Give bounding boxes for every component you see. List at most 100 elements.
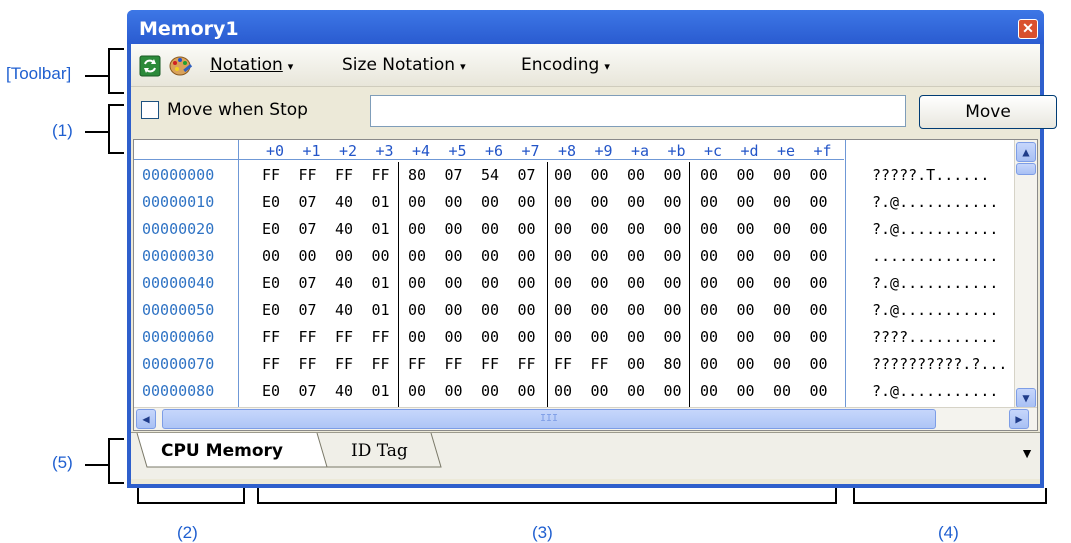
byte-cell[interactable]: 00 (664, 301, 682, 319)
byte-cell[interactable]: 00 (445, 247, 463, 265)
byte-cell[interactable]: 00 (773, 247, 791, 265)
byte-cell[interactable]: 00 (518, 220, 536, 238)
byte-cell[interactable]: 00 (554, 166, 572, 184)
byte-cell[interactable]: 00 (445, 328, 463, 346)
byte-cell[interactable]: 00 (408, 220, 426, 238)
byte-cell[interactable]: FF (445, 355, 463, 373)
byte-cell[interactable]: 00 (664, 382, 682, 400)
byte-cell[interactable]: 00 (445, 274, 463, 292)
byte-cell[interactable]: 00 (810, 166, 828, 184)
scroll-right-button[interactable]: ▶ (1009, 409, 1029, 429)
byte-cell[interactable]: 00 (700, 301, 718, 319)
byte-cell[interactable]: 00 (737, 328, 755, 346)
scroll-up-button[interactable]: ▲ (1016, 142, 1036, 162)
byte-cell[interactable]: FF (299, 166, 317, 184)
tab-cpu-memory[interactable]: CPU Memory (161, 441, 283, 475)
byte-cell[interactable]: 00 (591, 193, 609, 211)
title-bar[interactable]: Memory1 ✕ (127, 10, 1044, 44)
byte-cell[interactable]: 00 (810, 382, 828, 400)
scroll-down-button[interactable]: ▼ (1016, 388, 1036, 408)
byte-cell[interactable]: FF (299, 355, 317, 373)
byte-cell[interactable]: E0 (262, 301, 280, 319)
byte-cell[interactable]: 07 (299, 382, 317, 400)
address-input[interactable] (370, 95, 906, 127)
byte-cell[interactable]: 00 (481, 274, 499, 292)
byte-cell[interactable]: 00 (591, 166, 609, 184)
byte-cell[interactable]: 00 (700, 220, 718, 238)
byte-cell[interactable]: FF (481, 355, 499, 373)
byte-cell[interactable]: FF (335, 355, 353, 373)
byte-cell[interactable]: 00 (481, 328, 499, 346)
byte-cell[interactable]: 01 (372, 301, 390, 319)
byte-cell[interactable]: 00 (481, 193, 499, 211)
byte-cell[interactable]: 00 (773, 382, 791, 400)
byte-cell[interactable]: 00 (591, 301, 609, 319)
tab-list-dropdown-icon[interactable]: ▼ (1020, 445, 1034, 461)
byte-cell[interactable]: 00 (810, 193, 828, 211)
byte-cell[interactable]: FF (372, 355, 390, 373)
byte-cell[interactable]: FF (372, 328, 390, 346)
byte-cell[interactable]: 00 (554, 301, 572, 319)
scroll-left-button[interactable]: ◀ (136, 409, 156, 429)
byte-cell[interactable]: 00 (700, 166, 718, 184)
byte-cell[interactable]: FF (518, 355, 536, 373)
byte-cell[interactable]: 00 (700, 274, 718, 292)
encoding-menu[interactable]: Encoding ▾ (521, 55, 610, 75)
byte-cell[interactable]: 00 (627, 382, 645, 400)
byte-cell[interactable]: 00 (627, 247, 645, 265)
byte-cell[interactable]: 00 (664, 220, 682, 238)
byte-cell[interactable]: 00 (481, 220, 499, 238)
byte-cell[interactable]: 00 (408, 382, 426, 400)
memory-grid[interactable]: +0 +1 +2 +3 +4 +5 +6 +7 +8 +9 +a +b +c +d +e +f 0000000… (133, 139, 1038, 431)
byte-cell[interactable]: 40 (335, 274, 353, 292)
byte-cell[interactable]: E0 (262, 220, 280, 238)
byte-cell[interactable]: FF (335, 328, 353, 346)
byte-cell[interactable]: 00 (737, 247, 755, 265)
byte-cell[interactable]: 00 (700, 382, 718, 400)
byte-cell[interactable]: 00 (664, 166, 682, 184)
byte-cell[interactable]: 00 (481, 301, 499, 319)
byte-cell[interactable]: 00 (810, 328, 828, 346)
byte-cell[interactable]: 00 (299, 247, 317, 265)
byte-cell[interactable]: 00 (773, 355, 791, 373)
byte-cell[interactable]: 00 (481, 247, 499, 265)
byte-cell[interactable]: 00 (518, 193, 536, 211)
byte-cell[interactable]: 54 (481, 166, 499, 184)
byte-cell[interactable]: 00 (737, 301, 755, 319)
byte-cell[interactable]: 00 (627, 166, 645, 184)
byte-cell[interactable]: 00 (445, 301, 463, 319)
byte-cell[interactable]: 00 (591, 328, 609, 346)
byte-cell[interactable]: FF (262, 355, 280, 373)
byte-cell[interactable]: 00 (518, 247, 536, 265)
byte-cell[interactable]: 00 (554, 328, 572, 346)
byte-cell[interactable]: 00 (664, 193, 682, 211)
byte-cell[interactable]: 07 (299, 274, 317, 292)
byte-cell[interactable]: 00 (591, 274, 609, 292)
byte-cell[interactable]: 00 (810, 274, 828, 292)
byte-cell[interactable]: FF (299, 328, 317, 346)
byte-cell[interactable]: 01 (372, 382, 390, 400)
byte-cell[interactable]: 00 (408, 193, 426, 211)
byte-cell[interactable]: 00 (664, 328, 682, 346)
byte-cell[interactable]: 00 (372, 247, 390, 265)
byte-cell[interactable]: 00 (627, 328, 645, 346)
byte-cell[interactable]: 00 (700, 247, 718, 265)
byte-cell[interactable]: 00 (810, 220, 828, 238)
byte-cell[interactable]: 00 (408, 328, 426, 346)
byte-cell[interactable]: FF (335, 166, 353, 184)
byte-cell[interactable]: 00 (627, 274, 645, 292)
byte-cell[interactable]: 07 (445, 166, 463, 184)
byte-cell[interactable]: 40 (335, 193, 353, 211)
byte-cell[interactable]: 07 (518, 166, 536, 184)
byte-cell[interactable]: 00 (627, 355, 645, 373)
byte-cell[interactable]: 00 (554, 220, 572, 238)
byte-cell[interactable]: 00 (810, 247, 828, 265)
byte-cell[interactable]: 00 (773, 301, 791, 319)
byte-cell[interactable]: 80 (408, 166, 426, 184)
byte-cell[interactable]: 00 (408, 274, 426, 292)
byte-cell[interactable]: 00 (810, 355, 828, 373)
byte-cell[interactable]: 00 (700, 355, 718, 373)
byte-cell[interactable]: 00 (737, 193, 755, 211)
byte-cell[interactable]: 00 (700, 193, 718, 211)
byte-cell[interactable]: 00 (518, 274, 536, 292)
